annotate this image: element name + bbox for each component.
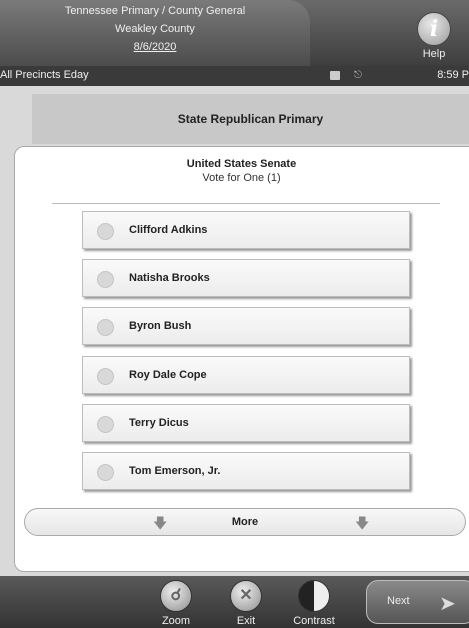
more-button[interactable]: 🡇 More 🡇 (24, 508, 466, 536)
candidate-name: Clifford Adkins (129, 224, 208, 236)
radio-button[interactable] (97, 464, 114, 481)
app-header: Tennessee Primary / County General Weakl… (0, 0, 469, 66)
candidate-name: Natisha Brooks (129, 272, 210, 284)
help-label: Help (422, 48, 446, 60)
radio-button[interactable] (97, 416, 114, 433)
status-bar: All Precincts Eday ⎋ 8:59 P (0, 66, 469, 86)
precinct-label: All Precincts Eday (0, 69, 89, 81)
half-circle-icon (298, 580, 330, 612)
help-button[interactable]: i Help (409, 12, 459, 60)
contrast-button[interactable]: Contrast (284, 580, 344, 627)
race-title: United States Senate (186, 158, 297, 170)
radio-button[interactable] (97, 368, 114, 385)
clock-time: 8:59 P (437, 69, 469, 81)
document-icon (330, 71, 340, 80)
exit-button[interactable]: ✕ Exit (216, 580, 276, 627)
next-button[interactable]: Next ➤ (366, 580, 469, 624)
zoom-label: Zoom (161, 615, 191, 627)
contest-header: State Republican Primary (32, 94, 469, 144)
contrast-label: Contrast (293, 615, 335, 627)
candidate-option[interactable]: Clifford Adkins (82, 211, 410, 249)
candidate-option[interactable]: Natisha Brooks (82, 259, 410, 297)
right-arrow-icon: ➤ (439, 593, 456, 615)
candidate-option[interactable]: Byron Bush (82, 307, 410, 345)
candidate-option[interactable]: Terry Dicus (82, 404, 410, 442)
magnifier-icon: ☌ (160, 580, 192, 612)
candidate-name: Terry Dicus (129, 417, 189, 429)
radio-button[interactable] (97, 223, 114, 240)
candidate-name: Byron Bush (129, 320, 192, 332)
plug-icon: ⎋ (354, 70, 362, 81)
zoom-button[interactable]: ☌ Zoom (146, 580, 206, 627)
next-label: Next (387, 595, 410, 607)
candidate-option[interactable]: Tom Emerson, Jr. (82, 452, 410, 490)
candidate-name: Roy Dale Cope (129, 369, 207, 381)
vote-for-instruction: Vote for One (1) (202, 172, 281, 184)
down-arrow-icon: 🡇 (355, 515, 370, 531)
election-info: Tennessee Primary / County General Weakl… (0, 2, 310, 56)
more-label: More (231, 516, 259, 528)
candidate-option[interactable]: Roy Dale Cope (82, 356, 410, 394)
county-name: Weakley County (115, 23, 195, 35)
info-icon: i (417, 12, 451, 46)
radio-button[interactable] (97, 271, 114, 288)
exit-label: Exit (236, 615, 256, 627)
x-circle-icon: ✕ (230, 580, 262, 612)
candidate-name: Tom Emerson, Jr. (129, 465, 221, 477)
election-date: 8/6/2020 (133, 41, 177, 53)
divider (52, 203, 440, 204)
election-name: Tennessee Primary / County General (64, 5, 246, 17)
radio-button[interactable] (97, 319, 114, 336)
